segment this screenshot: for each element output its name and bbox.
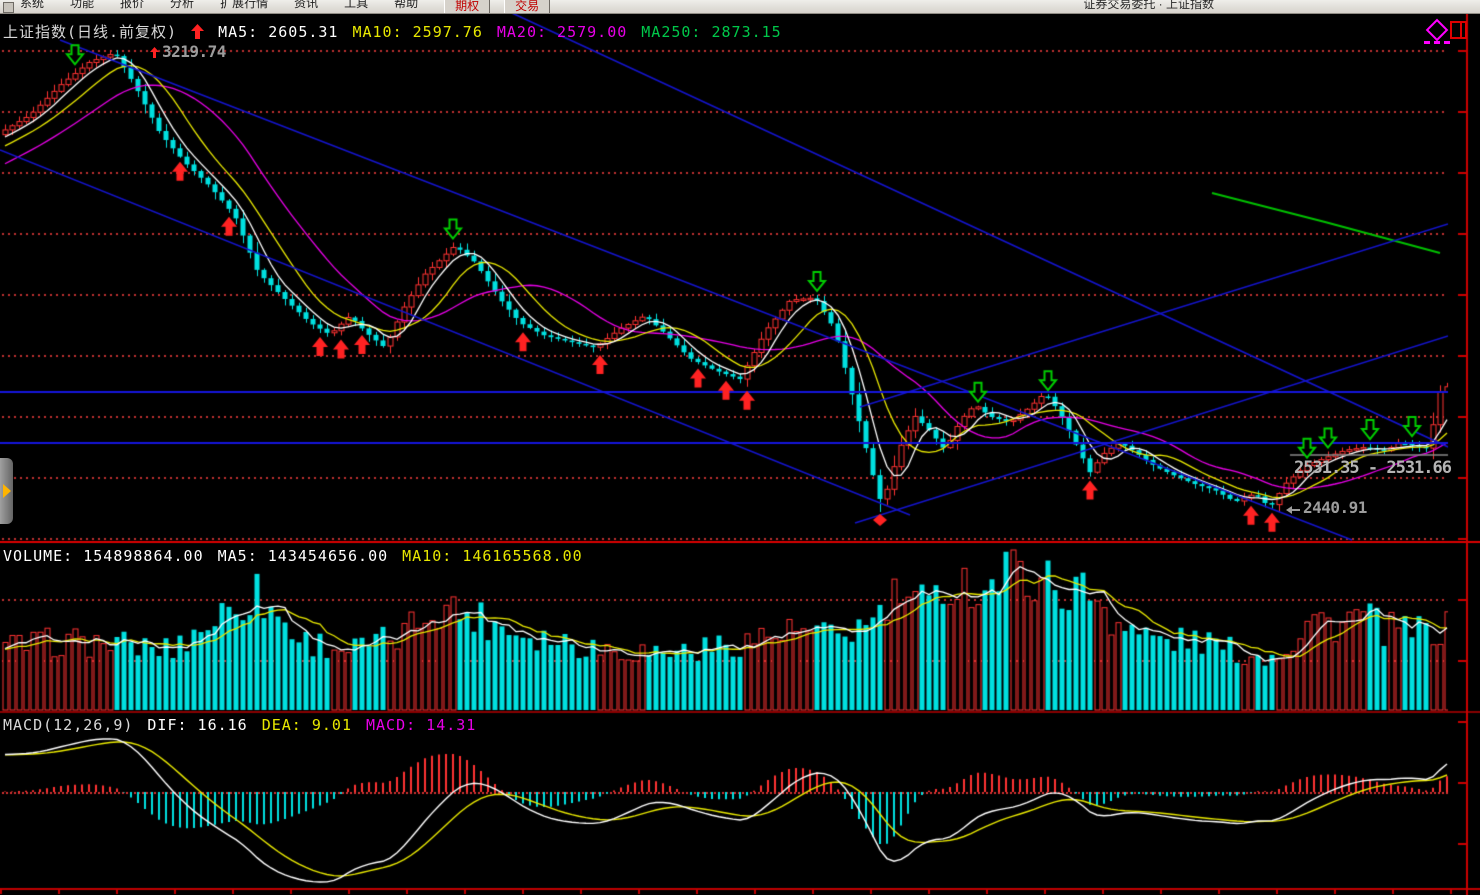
ma250-label: MA250: 2873.15: [641, 23, 781, 41]
low-marker-icon: [1286, 499, 1300, 518]
ellipsis-icon[interactable]: [1424, 41, 1450, 44]
ma5-label: MA5: 2605.31: [218, 23, 338, 41]
volume-ma10-label: MA10: 146165568.00: [402, 547, 583, 565]
menu-item-analysis[interactable]: 分析: [170, 0, 194, 12]
app-icon[interactable]: [3, 2, 14, 13]
menu-button-trade[interactable]: 交易: [504, 0, 550, 14]
dif-label: DIF: 16.16: [147, 716, 247, 734]
volume-header: VOLUME: 154898864.00 MA5: 143454656.00 MA1…: [3, 547, 597, 565]
menu-button-options[interactable]: 期权: [444, 0, 490, 14]
menu-item-system[interactable]: 系统: [20, 0, 44, 12]
macd-label: MACD: 14.31: [366, 716, 476, 734]
menu-item-tools[interactable]: 工具: [344, 0, 368, 12]
expand-arrow-icon: [3, 484, 11, 498]
high-marker-icon: [150, 43, 159, 62]
price-label-high: 3219.74: [150, 42, 226, 62]
kline-title: 上证指数(日线.前复权): [3, 23, 177, 41]
menu-status-text: 证券交易委托 · 上证指数: [1083, 0, 1214, 13]
sidebar-expand-tab[interactable]: [0, 458, 13, 524]
volume-value: VOLUME: 154898864.00: [3, 547, 204, 565]
chart-canvas[interactable]: [0, 0, 1480, 895]
menu-item-quote[interactable]: 报价: [120, 0, 144, 12]
price-label-low: 2440.91: [1286, 498, 1367, 518]
price-label-gap-range: 2531.35 - 2531.66: [1294, 458, 1451, 478]
ma10-label: MA10: 2597.76: [352, 23, 482, 41]
macd-params-label: MACD(12,26,9): [3, 716, 133, 734]
menu-bar: 系统 功能 报价 分析 扩展行情 资讯 工具 帮助 期权 交易 证券交易委托 ·…: [0, 0, 1480, 14]
menu-item-ext-market[interactable]: 扩展行情: [220, 0, 268, 12]
ma20-label: MA20: 2579.00: [497, 23, 627, 41]
volume-ma5-label: MA5: 143454656.00: [218, 547, 389, 565]
up-arrow-icon: [191, 24, 204, 43]
macd-header: MACD(12,26,9) DIF: 16.16 DEA: 9.01 MACD: 14…: [3, 716, 490, 734]
kline-header: 上证指数(日线.前复权) MA5: 2605.31 MA10: 2597.76 MA2…: [3, 21, 796, 43]
dea-label: DEA: 9.01: [262, 716, 352, 734]
menu-item-help[interactable]: 帮助: [394, 0, 418, 12]
split-window-icon[interactable]: [1450, 21, 1467, 39]
menu-item-function[interactable]: 功能: [70, 0, 94, 12]
menu-item-info[interactable]: 资讯: [294, 0, 318, 12]
